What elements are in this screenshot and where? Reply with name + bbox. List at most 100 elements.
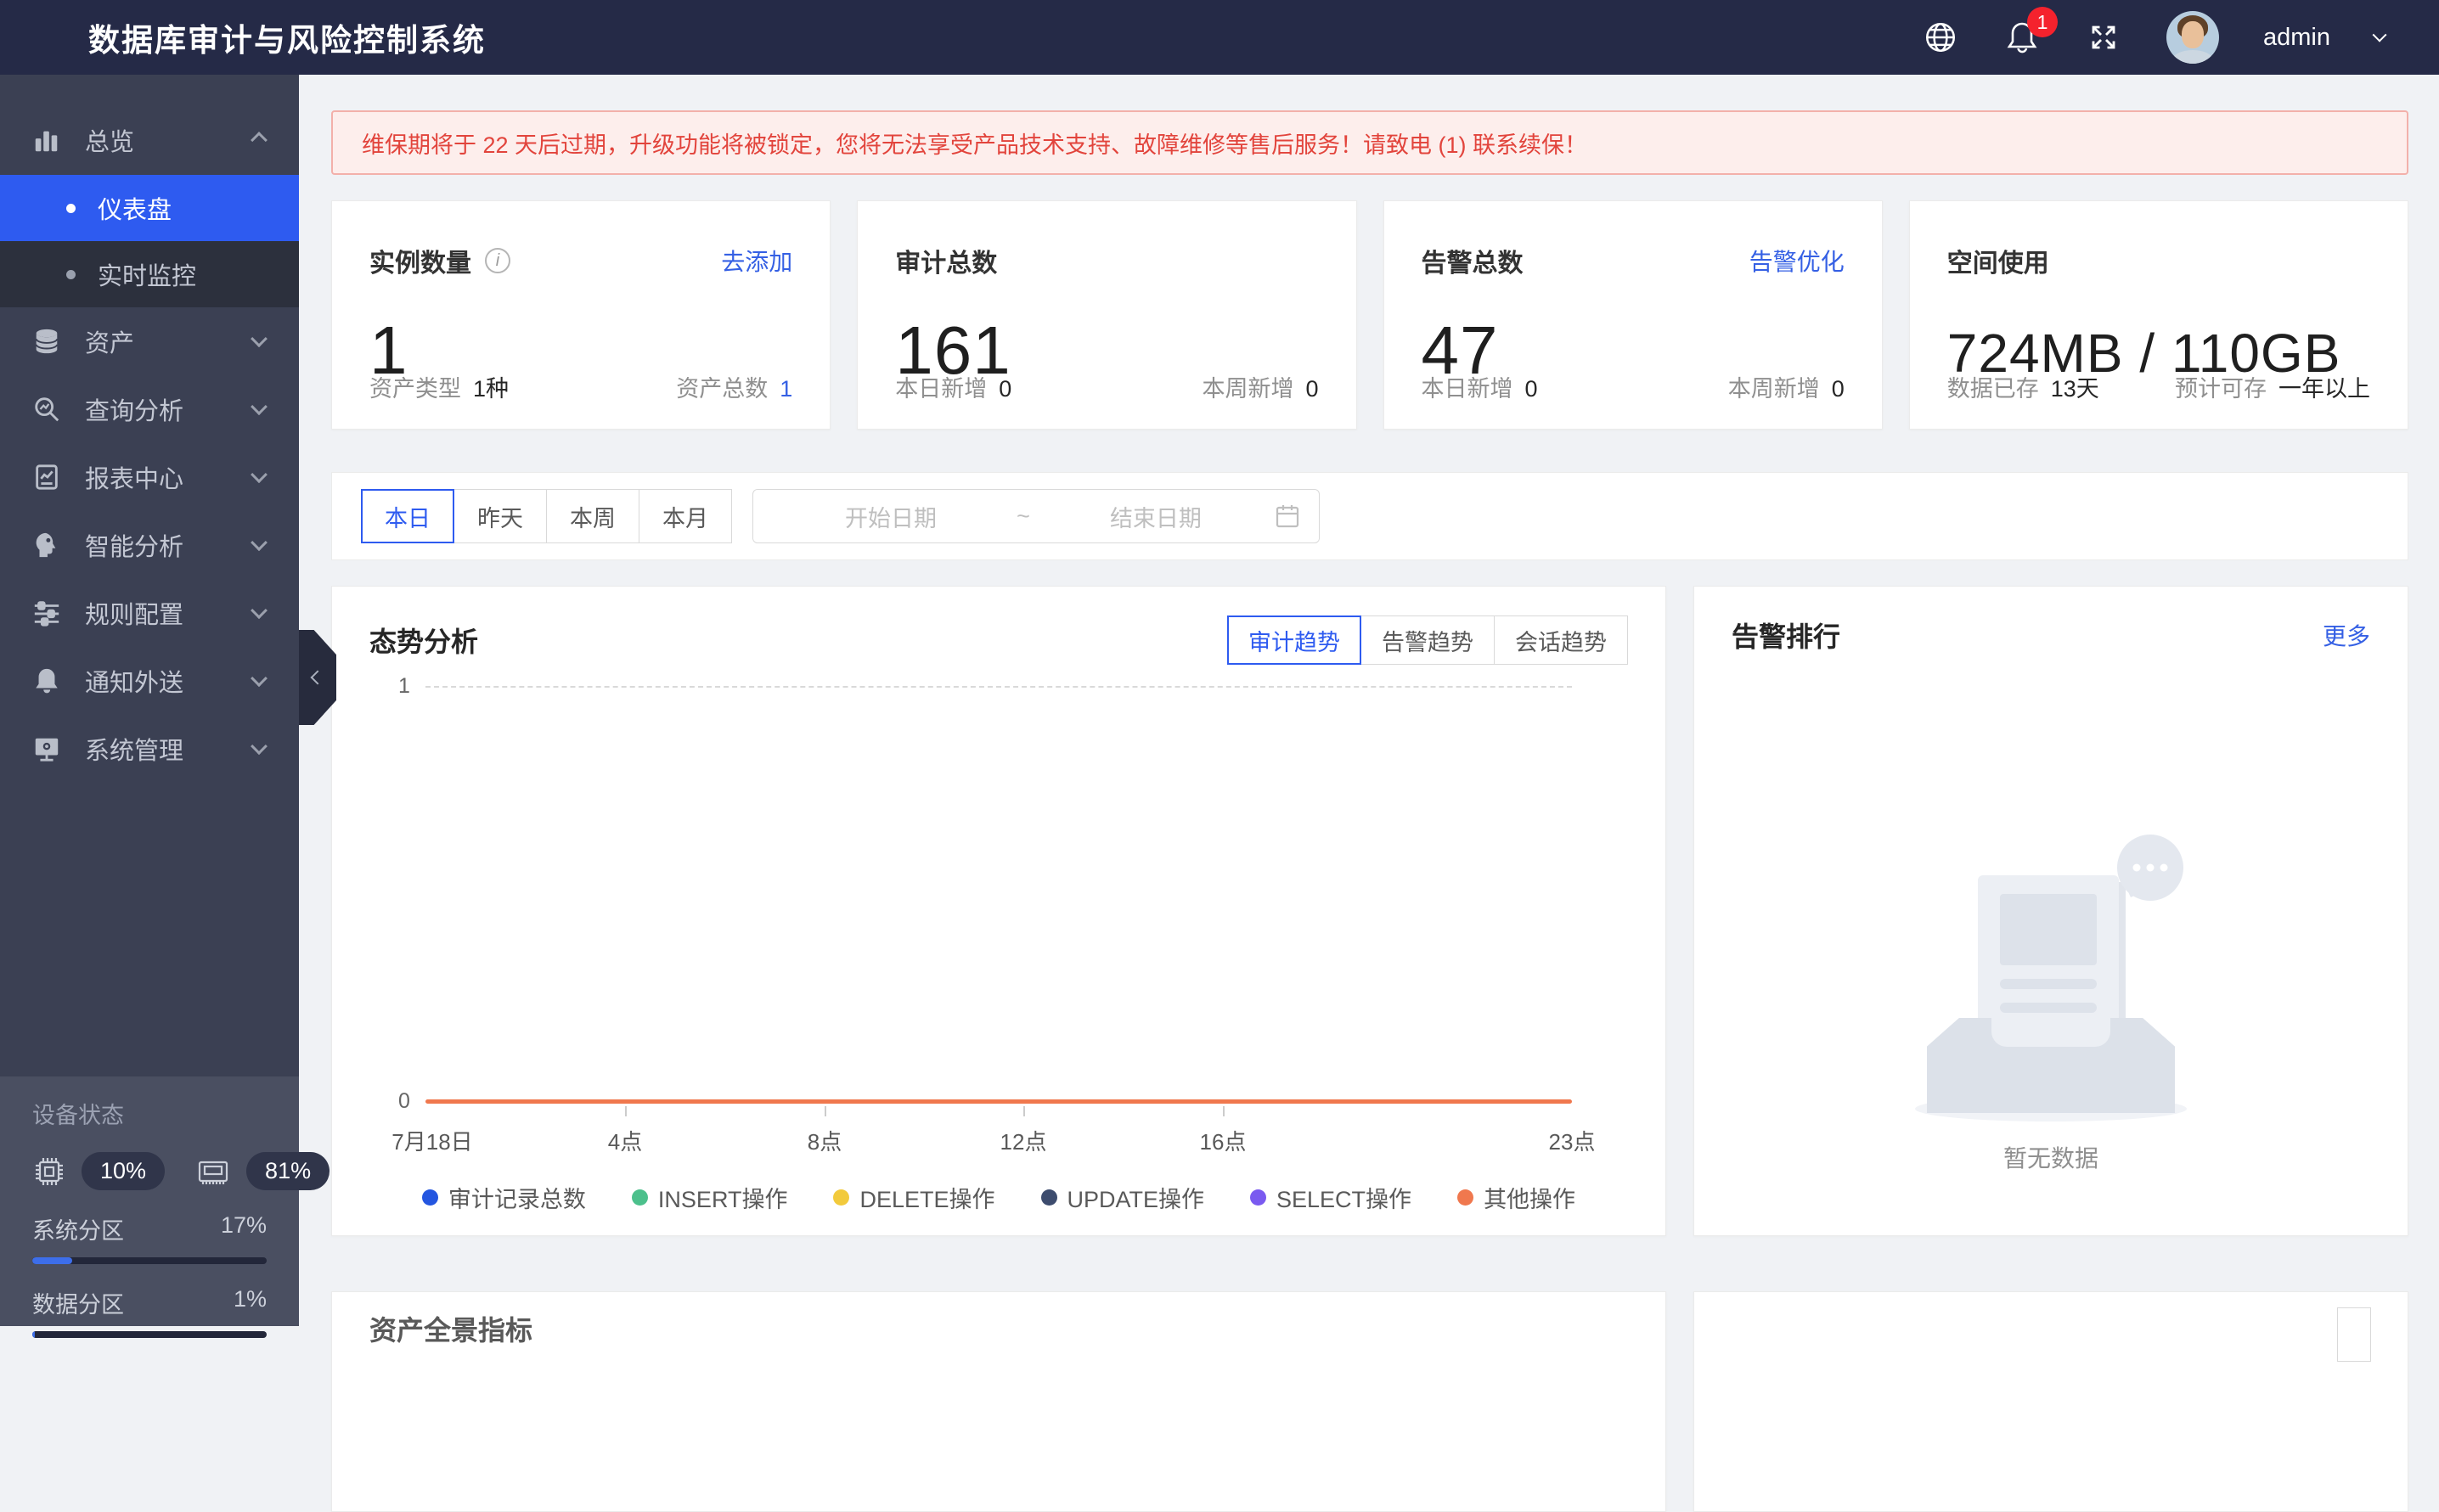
memory-usage-badge: 81%	[246, 1152, 330, 1190]
calendar-icon[interactable]	[1275, 503, 1300, 529]
chevron-down-icon	[251, 398, 268, 416]
avatar-face	[2182, 21, 2204, 48]
start-date-placeholder: 开始日期	[845, 505, 938, 531]
sidebar-item-query-analysis[interactable]: 查询分析	[0, 375, 299, 443]
maintenance-warning-banner: 维保期将于 22 天后过期，升级功能将被锁定，您将无法享受产品技术支持、故障维修…	[331, 110, 2408, 175]
avatar-body	[2172, 50, 2213, 64]
filter-button-this-month[interactable]: 本月	[639, 489, 732, 543]
partition-value: 17%	[220, 1212, 267, 1238]
series-line-other-operations	[425, 1099, 1572, 1104]
sidebar-item-dashboard[interactable]: 仪表盘	[0, 175, 299, 241]
sidebar-item-overview[interactable]: 总览	[0, 105, 299, 175]
x-axis-tickmark	[625, 1106, 627, 1116]
sidebar: 总览 仪表盘 实时监控 资产 查询分析 报表中心 智能分析 规则配置 通知外送 …	[0, 75, 330, 1338]
sliders-icon	[31, 597, 63, 629]
data-partition-progressbar	[32, 1331, 267, 1338]
stat-footer-value: 0	[1305, 376, 1319, 402]
stat-card-space-usage: 空间使用 724MB / 110GB 数据已存 13天 预计可存 一年以上	[1908, 200, 2408, 430]
monitor-gear-icon	[31, 733, 63, 765]
chevron-up-icon	[251, 132, 268, 149]
notifications-bell-icon[interactable]: 1	[2003, 7, 2058, 56]
mini-control-box[interactable]	[2337, 1307, 2371, 1362]
fullscreen-icon[interactable]	[2085, 19, 2122, 56]
stat-footer-value: 1种	[473, 376, 510, 402]
stat-footer-value: 0	[1524, 376, 1538, 402]
info-icon[interactable]: i	[485, 248, 510, 273]
sidebar-item-label: 查询分析	[85, 398, 184, 425]
sidebar-item-label: 系统管理	[85, 738, 184, 765]
legend-dot-icon	[1457, 1189, 1474, 1206]
legend-item-other[interactable]: 其他操作	[1457, 1181, 1575, 1214]
ai-head-icon	[31, 529, 63, 561]
date-range-separator: ~	[1017, 503, 1030, 529]
x-axis-label: 23点	[1548, 1129, 1596, 1155]
stat-footer-value[interactable]: 1	[780, 376, 792, 402]
username[interactable]: admin	[2263, 24, 2330, 52]
sidebar-subitem-label: 实时监控	[98, 263, 197, 290]
illustration-tray	[1927, 1018, 2175, 1113]
legend-item-update[interactable]: UPDATE操作	[1040, 1181, 1204, 1214]
legend-item-delete[interactable]: DELETE操作	[833, 1181, 995, 1214]
report-icon	[31, 461, 63, 493]
stat-footer-label: 本日新增	[1421, 376, 1513, 402]
stat-footer-label: 数据已存	[1946, 376, 2039, 402]
filter-button-yesterday[interactable]: 昨天	[453, 489, 547, 543]
stat-card-alarm-total: 告警总数 告警优化 47 本日新增 0 本周新增 0	[1383, 200, 1883, 430]
tab-audit-trend[interactable]: 审计趋势	[1227, 615, 1361, 665]
user-avatar[interactable]	[2166, 11, 2219, 64]
header-actions: 1 admin	[1922, 7, 2387, 64]
legend-item-insert[interactable]: INSERT操作	[631, 1181, 787, 1214]
add-instance-link[interactable]: 去添加	[721, 244, 792, 278]
legend-label: 审计记录总数	[448, 1187, 586, 1212]
sidebar-item-notification-delivery[interactable]: 通知外送	[0, 647, 299, 715]
sidebar-menu: 总览 仪表盘 实时监控 资产 查询分析 报表中心 智能分析 规则配置 通知外送 …	[0, 75, 299, 783]
alarm-ranking-card: 告警排行 更多 暂无数据	[1693, 586, 2408, 1236]
x-axis-label: 4点	[607, 1129, 643, 1155]
device-usage-row: 10% 81%	[32, 1152, 330, 1190]
more-link[interactable]: 更多	[2323, 618, 2370, 652]
filter-button-this-week[interactable]: 本周	[546, 489, 639, 543]
sidebar-item-system-management[interactable]: 系统管理	[0, 715, 299, 783]
user-menu-chevron-icon[interactable]	[2372, 27, 2387, 42]
sidebar-item-ai-analysis[interactable]: 智能分析	[0, 511, 299, 579]
sidebar-item-label: 报表中心	[85, 466, 184, 493]
partition-row-data: 数据分区 1%	[32, 1286, 267, 1319]
sidebar-overview-submenu: 仪表盘 实时监控	[0, 175, 299, 307]
legend-dot-icon	[631, 1189, 648, 1206]
date-range-input[interactable]: 开始日期 ~ 结束日期	[752, 489, 1320, 543]
partition-row-system: 系统分区 17%	[32, 1212, 267, 1245]
app-title: 数据库审计与风险控制系统	[88, 23, 486, 58]
sidebar-item-rule-config[interactable]: 规则配置	[0, 579, 299, 647]
sidebar-item-realtime-monitor[interactable]: 实时监控	[0, 241, 299, 307]
sidebar-item-report-center[interactable]: 报表中心	[0, 443, 299, 511]
language-globe-icon[interactable]	[1922, 19, 1959, 56]
stat-footer-label: 本日新增	[895, 376, 988, 402]
sidebar-item-label: 总览	[85, 129, 135, 156]
filter-button-today[interactable]: 本日	[361, 489, 454, 543]
bullet-dot-icon	[66, 203, 76, 213]
partition-value: 1%	[233, 1286, 267, 1312]
legend-label: SELECT操作	[1276, 1187, 1412, 1212]
asset-panorama-card: 资产全景指标	[331, 1291, 1666, 1512]
cpu-usage-badge: 10%	[82, 1152, 166, 1190]
chart-legend: 审计记录总数 INSERT操作 DELETE操作 UPDATE操作 SELECT…	[332, 1181, 1665, 1214]
bar-chart-icon	[31, 124, 63, 156]
alarm-optimize-link[interactable]: 告警优化	[1749, 244, 1845, 278]
legend-item-select[interactable]: SELECT操作	[1250, 1181, 1411, 1214]
stat-footer-label: 本周新增	[1202, 376, 1294, 402]
warning-text: 维保期将于 22 天后过期，升级功能将被锁定，您将无法享受产品技术支持、故障维修…	[362, 132, 1588, 158]
notification-badge: 1	[2027, 7, 2058, 37]
legend-item-audit-records[interactable]: 审计记录总数	[421, 1181, 586, 1214]
illustration-paper-line	[2000, 1003, 2097, 1013]
sidebar-item-assets[interactable]: 资产	[0, 307, 299, 375]
y-axis-tick-max: 1	[398, 674, 410, 698]
sidebar-item-label: 通知外送	[85, 670, 184, 697]
stat-footer-label: 资产总数	[676, 376, 769, 402]
illustration-tray-notch	[1991, 1018, 2110, 1047]
x-axis-tickmark	[825, 1106, 826, 1116]
legend-label: DELETE操作	[859, 1187, 995, 1212]
x-axis-label: 16点	[1199, 1129, 1247, 1155]
chevron-down-icon	[251, 602, 268, 620]
database-icon	[31, 325, 63, 357]
chevron-down-icon	[251, 466, 268, 484]
